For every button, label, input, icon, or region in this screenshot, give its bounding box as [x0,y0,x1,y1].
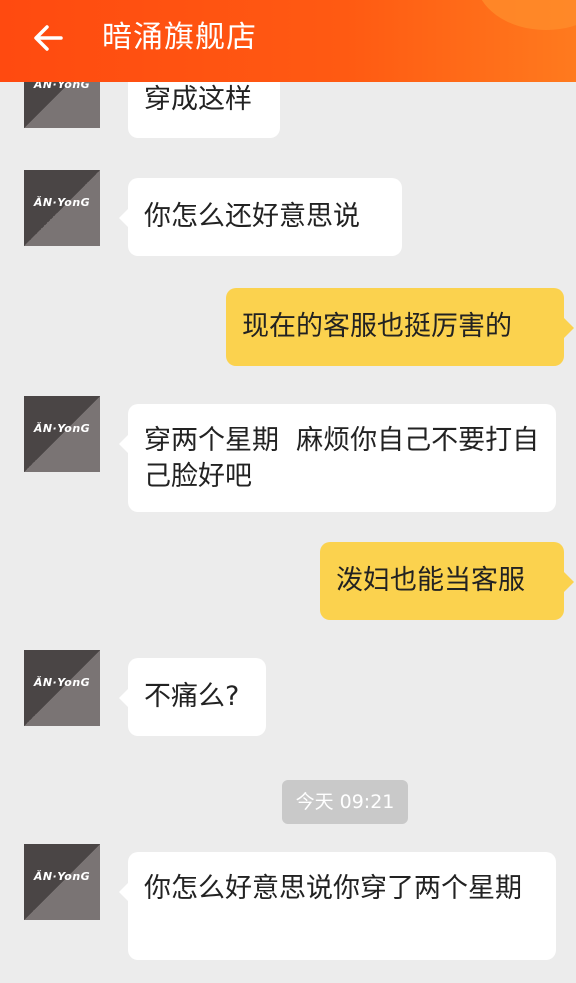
message-bubble[interactable]: 穿两个星期 麻烦你自己不要打自己脸好吧 [119,404,556,512]
seller-avatar[interactable]: ĂN·YonG [24,396,100,472]
page-title: 暗涌旗舰店 [102,20,257,55]
my-message-bubble[interactable]: 泼妇也能当客服 [320,542,574,620]
message-text: 穿成这样 [144,84,252,115]
message-text: 泼妇也能当客服 [336,565,525,596]
header-decoration [476,0,576,30]
back-button[interactable] [28,18,68,58]
arrow-left-icon [34,25,63,51]
seller-avatar[interactable]: ĂN·YonG [24,844,100,920]
message-bubble[interactable]: 不痛么? [119,658,266,736]
message-bubble[interactable]: 你怎么还好意思说 [119,178,402,256]
message-text: 你怎么还好意思说 [144,201,360,232]
my-message-bubble[interactable]: 现在的客服也挺厉害的 [226,288,574,366]
seller-avatar[interactable]: ĂN·YonG [24,650,100,726]
message-text: 穿两个星期 麻烦你自己不要打自己脸好吧 [144,425,540,492]
message-text: 你怎么好意思说你穿了两个星期 [144,873,522,904]
top-app-bar: 暗涌旗舰店 [0,0,576,82]
seller-avatar[interactable]: ĂN·YonG [24,170,100,246]
timestamp-badge: 今天 09:21 [282,780,408,824]
message-text: 不痛么? [144,681,240,712]
message-text: 现在的客服也挺厉害的 [242,311,512,342]
message-bubble[interactable]: 你怎么好意思说你穿了两个星期 [119,852,556,960]
